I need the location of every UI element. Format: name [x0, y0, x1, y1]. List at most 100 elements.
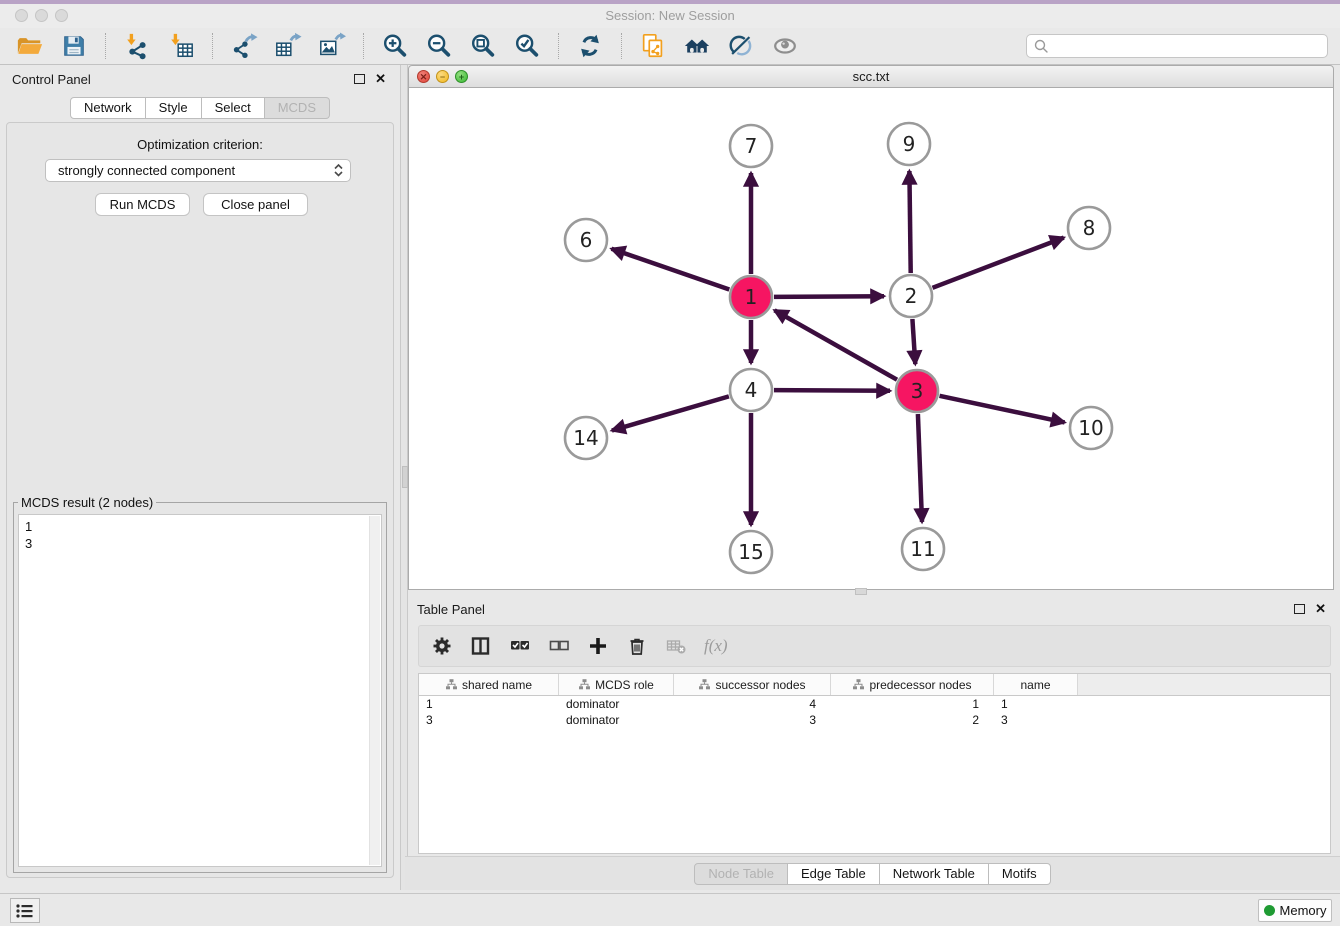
edge-4-3[interactable] [774, 390, 890, 391]
node-9[interactable]: 9 [888, 123, 930, 165]
table-cell[interactable]: dominator [559, 712, 674, 728]
edge-2-8[interactable] [933, 238, 1064, 288]
column-header-MCDS-role[interactable]: MCDS role [559, 674, 674, 695]
node-1[interactable]: 1 [730, 276, 772, 318]
table-cell[interactable]: dominator [559, 696, 674, 712]
export-table-button[interactable] [273, 31, 303, 61]
close-panel-button[interactable]: Close panel [203, 193, 308, 216]
select-all-button[interactable] [507, 633, 533, 659]
table-cell[interactable]: 3 [419, 712, 559, 728]
table-cell[interactable]: 3 [994, 712, 1078, 728]
node-11[interactable]: 11 [902, 528, 944, 570]
run-mcds-button[interactable]: Run MCDS [95, 193, 190, 216]
node-6[interactable]: 6 [565, 219, 607, 261]
tab-node-table[interactable]: Node Table [694, 863, 788, 885]
zoom-out-button[interactable] [424, 31, 454, 61]
search-box[interactable] [1026, 34, 1328, 58]
column-header-predecessor-nodes[interactable]: predecessor nodes [831, 674, 994, 695]
plus-icon [587, 635, 609, 657]
frame-maximize-button[interactable] [455, 70, 468, 83]
node-8[interactable]: 8 [1068, 207, 1110, 249]
column-header-name[interactable]: name [994, 674, 1078, 695]
table-settings-button[interactable] [429, 633, 455, 659]
graphics-details-button[interactable] [770, 31, 800, 61]
tab-edge-table[interactable]: Edge Table [788, 863, 880, 885]
table-row[interactable]: 3dominator323 [419, 712, 1330, 728]
node-15[interactable]: 15 [730, 531, 772, 573]
node-3[interactable]: 3 [896, 370, 938, 412]
import-table-button[interactable] [166, 31, 196, 61]
edge-2-9[interactable] [909, 171, 910, 273]
edge-3-10[interactable] [940, 396, 1065, 423]
export-table-icon [274, 32, 302, 60]
node-4[interactable]: 4 [730, 369, 772, 411]
function-builder-button[interactable]: f(x) [704, 636, 728, 656]
deselect-all-button[interactable] [546, 633, 572, 659]
memory-button[interactable]: Memory [1258, 899, 1332, 922]
criterion-select[interactable]: strongly connected component [45, 159, 351, 182]
result-scrollbar[interactable] [369, 516, 380, 865]
node-2[interactable]: 2 [890, 275, 932, 317]
float-panel-icon[interactable] [354, 74, 365, 84]
horizontal-divider-handle[interactable] [855, 588, 867, 595]
zoom-selected-button[interactable] [512, 31, 542, 61]
apply-layout-button[interactable] [575, 31, 605, 61]
edge-4-14[interactable] [612, 396, 729, 430]
node-7[interactable]: 7 [730, 125, 772, 167]
edge-1-2[interactable] [774, 296, 884, 297]
node-14[interactable]: 14 [565, 417, 607, 459]
close-table-panel-icon[interactable]: ✕ [1315, 603, 1326, 615]
clone-network-button[interactable] [638, 31, 668, 61]
float-table-panel-icon[interactable] [1294, 604, 1305, 614]
table-cell[interactable]: 1 [994, 696, 1078, 712]
add-column-button[interactable] [585, 633, 611, 659]
column-header-shared-name[interactable]: shared name [419, 674, 559, 695]
home-view-button[interactable] [682, 31, 712, 61]
export-network-button[interactable] [229, 31, 259, 61]
clone-network-icon [639, 32, 667, 60]
tree-icon [698, 678, 711, 691]
table-cell[interactable]: 1 [831, 696, 994, 712]
export-image-button[interactable] [317, 31, 347, 61]
optimization-criterion-label: Optimization criterion: [7, 137, 393, 152]
show-columns-button[interactable] [468, 633, 494, 659]
table-cell[interactable]: 1 [419, 696, 559, 712]
close-panel-icon[interactable]: ✕ [375, 73, 386, 85]
tab-motifs[interactable]: Motifs [989, 863, 1051, 885]
show-tasks-button[interactable] [10, 898, 40, 923]
network-canvas[interactable]: 7 9 6 8 1 2 4 3 14 10 15 11 [408, 88, 1334, 590]
refresh-icon [576, 32, 604, 60]
tab-mcds[interactable]: MCDS [265, 97, 330, 119]
open-file-button[interactable] [15, 31, 45, 61]
save-icon [60, 32, 88, 60]
delete-table-button[interactable] [663, 633, 689, 659]
table-cell[interactable]: 3 [674, 712, 831, 728]
table-cell[interactable]: 4 [674, 696, 831, 712]
import-network-button[interactable] [122, 31, 152, 61]
edge-2-3[interactable] [912, 319, 915, 364]
edge-1-6[interactable] [612, 249, 730, 290]
table-row[interactable]: 1dominator411 [419, 696, 1330, 712]
column-header-successor-nodes[interactable]: successor nodes [674, 674, 831, 695]
window-titlebar[interactable]: Session: New Session [0, 4, 1340, 28]
save-session-button[interactable] [59, 31, 89, 61]
delete-column-button[interactable] [624, 633, 650, 659]
node-10[interactable]: 10 [1070, 407, 1112, 449]
mcds-result-textarea[interactable]: 13 [18, 514, 382, 867]
tab-network-table[interactable]: Network Table [880, 863, 989, 885]
table-cell[interactable]: 2 [831, 712, 994, 728]
network-frame-titlebar[interactable]: scc.txt [408, 65, 1334, 88]
edge-3-11[interactable] [918, 414, 922, 522]
tab-select[interactable]: Select [202, 97, 265, 119]
column-label: predecessor nodes [869, 678, 971, 692]
frame-minimize-button[interactable] [436, 70, 449, 83]
show-hide-graphics-button[interactable] [726, 31, 756, 61]
zoom-fit-button[interactable] [468, 31, 498, 61]
edge-3-1[interactable] [775, 310, 898, 379]
search-input[interactable] [1049, 38, 1321, 54]
frame-close-button[interactable] [417, 70, 430, 83]
zoom-in-button[interactable] [380, 31, 410, 61]
graph-svg[interactable]: 7 9 6 8 1 2 4 3 14 10 15 11 [409, 88, 1333, 588]
tab-network[interactable]: Network [70, 97, 146, 119]
tab-style[interactable]: Style [146, 97, 202, 119]
